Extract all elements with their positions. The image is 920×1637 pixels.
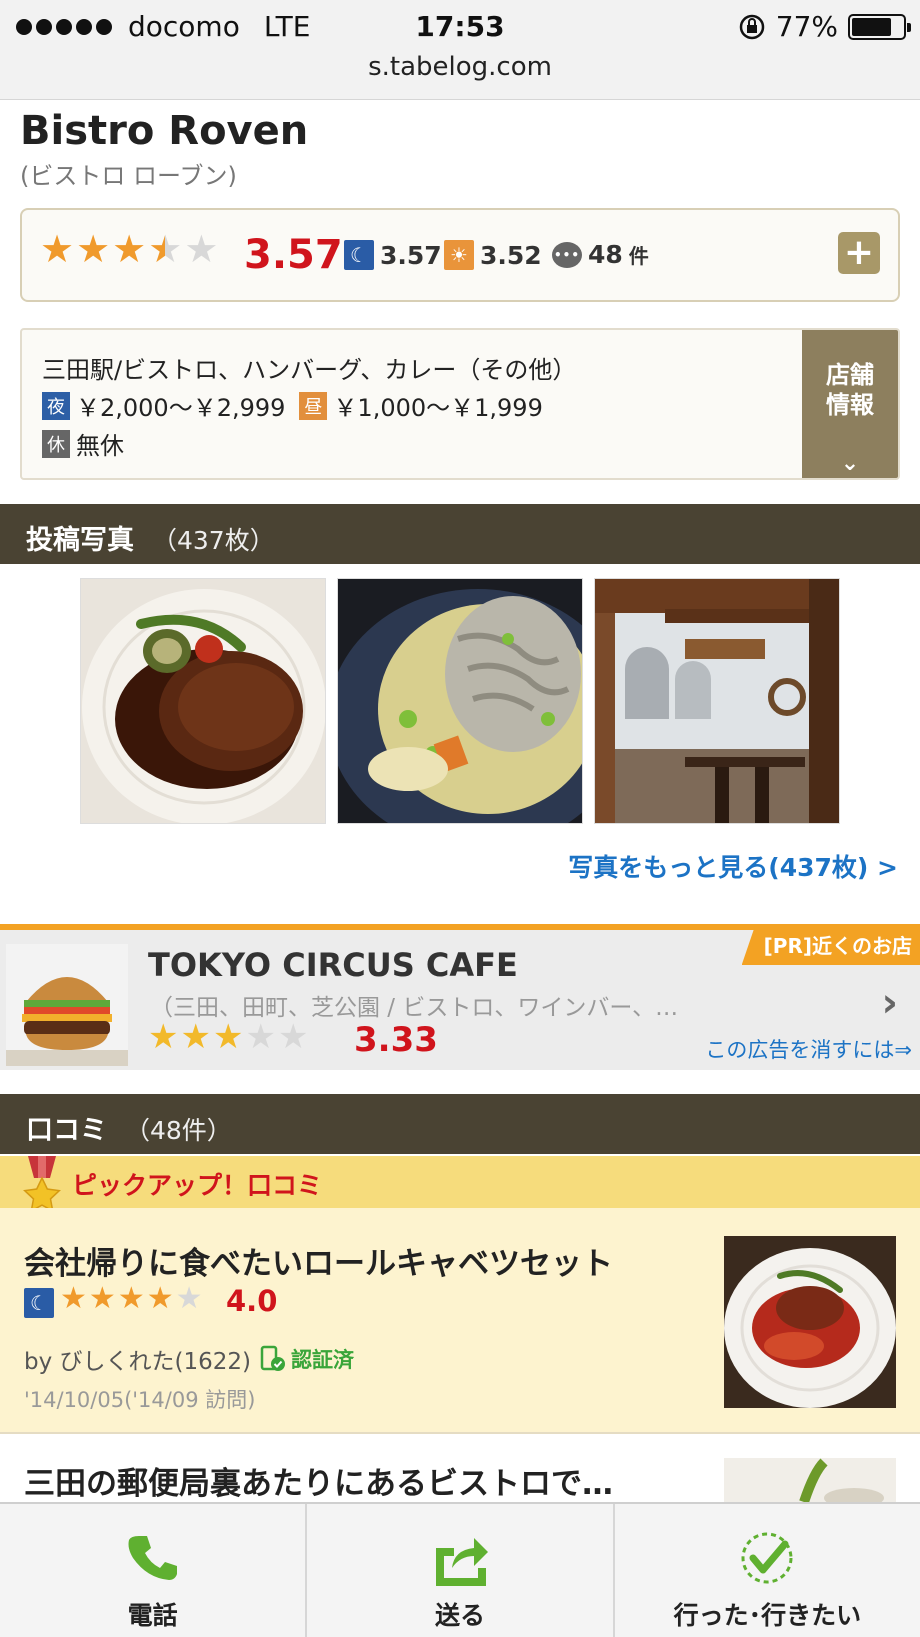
star-icon: ★ [212, 1017, 244, 1057]
rating-stars: ★ ★ ★ ★ ★ [40, 230, 218, 268]
rating-score: 3.57 [244, 232, 343, 278]
review-photo-2[interactable] [724, 1458, 896, 1502]
photo-hamburg[interactable] [80, 578, 326, 824]
ad-shop-name: TOKYO CIRCUS CAFE [148, 946, 518, 984]
pickup-label: ピックアップ！口コミ [72, 1171, 323, 1200]
bottom-toolbar: 電話 送る 行った･行きたい [0, 1502, 920, 1637]
send-button[interactable]: 送る [307, 1504, 615, 1637]
day-tag: 昼 [299, 391, 328, 420]
call-label: 電話 [127, 1601, 178, 1630]
star-icon: ★ [180, 1017, 211, 1057]
shop-info-button[interactable]: 店舗 情報 ⌄ [802, 330, 898, 478]
day-price: ￥1,000～￥1,999 [333, 394, 543, 422]
rating-box: ★ ★ ★ ★ ★ 3.57 ☾ 3.57 ☀ 3.52 ••• 48 件 + [20, 208, 900, 302]
ad-burger-image [6, 944, 128, 1066]
status-bar: docomo LTE 17:53 77% s.tabelog.com [0, 0, 920, 100]
call-button[interactable]: 電話 [0, 1504, 308, 1637]
chevron-right-icon: › [881, 980, 898, 1026]
review-author-line: by びしくれた(1622) 認証済 [24, 1342, 354, 1376]
rotation-lock-icon [739, 14, 765, 39]
verified-badge: 認証済 [259, 1344, 354, 1374]
check-circle-icon [741, 1532, 793, 1584]
holiday-text: 無休 [76, 432, 124, 460]
star-icon: ★ [60, 1281, 87, 1316]
remove-ad-link[interactable]: この広告を消すには⇒ [705, 1034, 912, 1064]
star-icon: ★ [76, 227, 111, 271]
star-icon: ★ [88, 1281, 116, 1316]
more-photos-link[interactable]: 写真をもっと見る(437枚) > [568, 848, 898, 884]
review-count: ••• 48 件 [552, 240, 649, 269]
photos-header: 投稿写真 （437枚） [0, 504, 920, 564]
star-icon: ★ [112, 227, 147, 271]
star-icon: ★ [148, 227, 183, 271]
ad-rating-score: 3.33 [354, 1020, 438, 1060]
reviews-header: 口コミ （48件） [0, 1094, 920, 1154]
review-score: 4.0 [226, 1284, 278, 1318]
holiday-tag: 休 [42, 429, 70, 458]
phone-icon [128, 1536, 177, 1580]
photos-count: （437枚） [152, 526, 275, 555]
send-label: 送る [434, 1601, 485, 1630]
been-want-button[interactable]: 行った･行きたい [615, 1504, 920, 1637]
battery-percent: 77% [775, 10, 838, 43]
review-title: 会社帰りに食べたいロールキャベツセット [24, 1246, 613, 1282]
verified-icon [260, 1345, 286, 1371]
verified-label: 認証済 [291, 1348, 355, 1372]
chevron-down-icon: ⌄ [840, 451, 860, 476]
been-want-label: 行った･行きたい [673, 1601, 862, 1630]
battery-icon [848, 13, 911, 40]
comment-icon: ••• [552, 241, 582, 268]
holiday-line: 休 無休 [42, 426, 124, 461]
moon-icon: ☾ [344, 240, 374, 270]
reviews-count: （48件） [125, 1116, 232, 1145]
review-date: '14/10/05('14/09 訪問) [24, 1388, 256, 1412]
expand-rating-button[interactable]: + [838, 232, 880, 274]
restaurant-name: Bistro Roven [20, 108, 309, 154]
shop-info-label: 店舗 情報 [826, 361, 874, 419]
review-count-value: 48 [588, 240, 623, 269]
star-icon: ★ [184, 227, 219, 271]
review-item[interactable]: 会社帰りに食べたいロールキャベツセット ☾ ★ ★ ★ ★ ★ 4.0 by びしくれた… [0, 1208, 920, 1434]
ad-rating-stars: ★ ★ ★ ★ ★ [148, 1020, 308, 1054]
star-icon: ★ [277, 1017, 309, 1057]
night-rating: ☾ 3.57 [344, 240, 442, 270]
share-icon [435, 1538, 488, 1586]
sun-icon: ☀ [444, 240, 474, 270]
star-icon: ★ [146, 1281, 174, 1316]
review-stars: ★ ★ ★ ★ ★ [60, 1284, 203, 1314]
photos-title: 投稿写真 [26, 525, 134, 556]
url-bar[interactable]: s.tabelog.com [0, 52, 920, 82]
star-icon: ★ [175, 1281, 203, 1316]
review-author[interactable]: by びしくれた(1622) [24, 1342, 251, 1376]
category-line: 三田駅/ビストロ、ハンバーグ、カレー（その他） [42, 350, 576, 385]
star-icon: ★ [117, 1281, 145, 1316]
night-tag: 夜 [42, 391, 70, 420]
price-line: 夜 ￥2,000～￥2,999 昼 ￥1,000～￥1,999 [42, 388, 543, 423]
star-icon: ★ [40, 227, 75, 271]
night-price: ￥2,000～￥2,999 [76, 394, 286, 422]
ad-banner[interactable]: TOKYO CIRCUS CAFE （三田、田町、芝公園 / ビストロ、ワインバ… [0, 924, 920, 1070]
restaurant-kana: (ビストロ ローブン) [20, 162, 237, 190]
pr-label: [PR]近くのお店 [741, 924, 920, 965]
shop-summary: 三田駅/ビストロ、ハンバーグ、カレー（その他） 夜 ￥2,000～￥2,999 … [20, 328, 900, 480]
star-icon: ★ [245, 1017, 276, 1057]
photo-salad[interactable] [337, 578, 583, 824]
review-title-2[interactable]: 三田の郵便局裏あたりにあるビストロで… [24, 1458, 613, 1503]
review-count-unit: 件 [628, 244, 649, 268]
star-icon: ★ [148, 1017, 179, 1057]
day-score: 3.52 [480, 240, 542, 270]
reviews-title: 口コミ [26, 1115, 107, 1146]
photo-interior[interactable] [594, 578, 840, 824]
moon-icon: ☾ [24, 1288, 54, 1318]
review-photo[interactable] [724, 1236, 896, 1408]
day-rating: ☀ 3.52 [444, 240, 542, 270]
night-score: 3.57 [380, 240, 442, 270]
category-text: 三田駅/ビストロ、ハンバーグ、カレー（その他） [42, 356, 577, 384]
pickup-bar: ピックアップ！口コミ [0, 1156, 920, 1208]
